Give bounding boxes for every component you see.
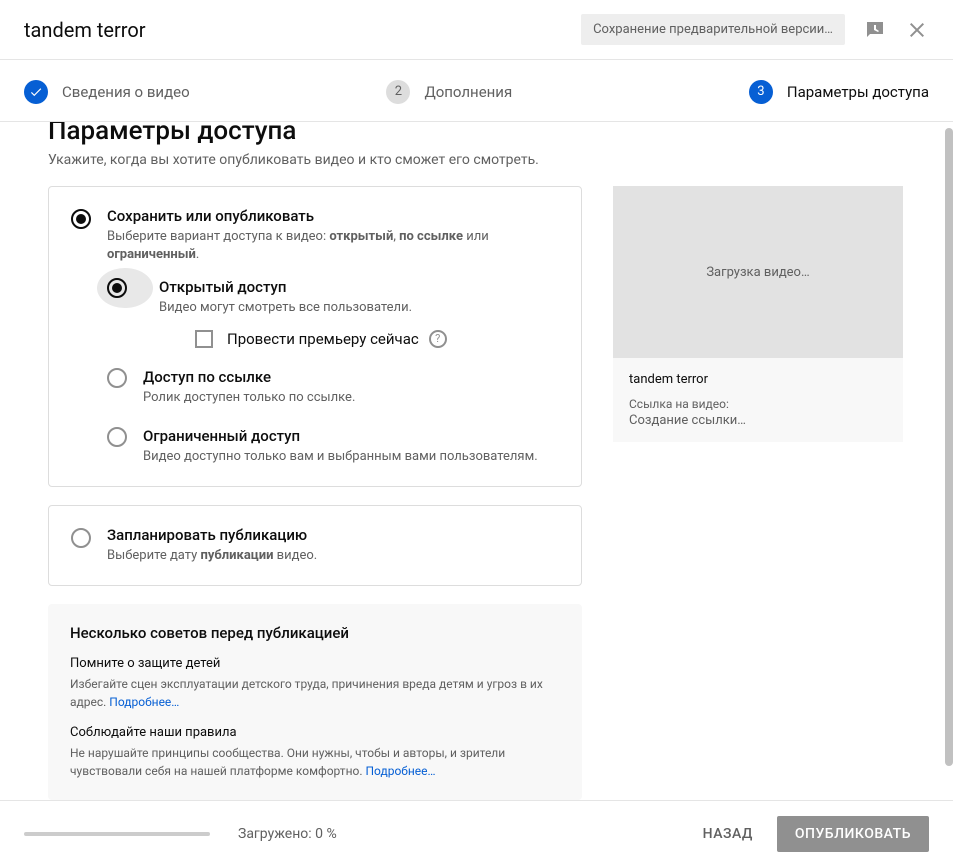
schedule-card: Запланировать публикацию Выберите дату п…	[48, 505, 582, 586]
radio-icon	[107, 427, 127, 447]
preview-info: tandem terror Ссылка на видео: Создание …	[613, 358, 903, 442]
tip-heading: Помните о защите детей	[70, 656, 560, 671]
radio-public[interactable]: Открытый доступ Видео могут смотреть все…	[107, 278, 559, 347]
tips-card: Несколько советов перед публикацией Помн…	[48, 604, 582, 800]
step-label: Сведения о видео	[62, 83, 190, 101]
preview-link-label: Ссылка на видео:	[629, 397, 887, 411]
step-label: Параметры доступа	[787, 83, 929, 101]
option-title: Открытый доступ	[159, 278, 447, 296]
dialog-header: tandem terror Сохранение предварительной…	[0, 0, 953, 60]
radio-icon	[71, 209, 91, 229]
left-column: Сохранить или опубликовать Выберите вари…	[48, 186, 582, 800]
upload-progress-text: Загружено: 0 %	[238, 826, 689, 842]
link-more[interactable]: Подробнее…	[365, 764, 435, 778]
scrollbar[interactable]	[945, 128, 953, 766]
preview-panel: Загрузка видео… tandem terror Ссылка на …	[613, 186, 903, 442]
video-title: tandem terror	[24, 18, 581, 42]
step-extras[interactable]: 2 Дополнения	[386, 80, 748, 104]
radio-schedule[interactable]: Запланировать публикацию Выберите дату п…	[71, 526, 559, 565]
radio-icon	[107, 278, 127, 298]
close-icon[interactable]	[905, 18, 929, 42]
premiere-checkbox[interactable]: Провести премьеру сейчас ?	[195, 330, 447, 348]
back-button[interactable]: НАЗАД	[689, 816, 767, 852]
tips-title: Несколько советов перед публикацией	[70, 624, 560, 642]
step-details[interactable]: Сведения о видео	[24, 80, 386, 104]
visibility-options: Открытый доступ Видео могут смотреть все…	[107, 278, 559, 466]
preview-loading-text: Загрузка видео…	[706, 265, 809, 280]
save-publish-card: Сохранить или опубликовать Выберите вари…	[48, 186, 582, 487]
publish-button[interactable]: ОПУБЛИКОВАТЬ	[777, 816, 929, 852]
help-icon[interactable]: ?	[429, 330, 447, 348]
radio-unlisted[interactable]: Доступ по ссылке Ролик доступен только п…	[107, 368, 559, 407]
option-title: Сохранить или опубликовать	[107, 207, 559, 225]
dialog-footer: Загружено: 0 % НАЗАД ОПУБЛИКОВАТЬ	[0, 800, 953, 866]
tip-heading: Соблюдайте наши правила	[70, 725, 560, 740]
option-title: Запланировать публикацию	[107, 526, 317, 544]
tip-text: Избегайте сцен эксплуатации детского тру…	[70, 675, 560, 711]
step-label: Дополнения	[424, 83, 512, 101]
step-number-icon: 3	[749, 80, 773, 104]
content-area: Параметры доступа Укажите, когда вы хоти…	[0, 122, 951, 800]
feedback-icon[interactable]	[863, 18, 887, 42]
preview-video-title: tandem terror	[629, 372, 887, 387]
page-title: Параметры доступа	[48, 122, 903, 146]
option-subtitle: Видео могут смотреть все пользователи.	[159, 299, 447, 317]
step-number-icon: 2	[386, 80, 410, 104]
option-title: Ограниченный доступ	[143, 427, 538, 445]
page-subtitle: Укажите, когда вы хотите опубликовать ви…	[48, 152, 903, 168]
video-preview: Загрузка видео…	[613, 186, 903, 358]
radio-save-publish[interactable]: Сохранить или опубликовать Выберите вари…	[71, 207, 559, 264]
autosave-badge: Сохранение предварительной версии…	[581, 14, 845, 45]
preview-link-value: Создание ссылки…	[629, 413, 887, 428]
checkbox-label: Провести премьеру сейчас	[227, 330, 419, 348]
tip-text: Не нарушайте принципы сообщества. Они ну…	[70, 744, 560, 780]
step-visibility[interactable]: 3 Параметры доступа	[749, 80, 929, 104]
upload-progress-bar	[24, 832, 210, 836]
radio-icon	[107, 368, 127, 388]
option-subtitle: Выберите дату публикации видео.	[107, 547, 317, 565]
option-subtitle: Видео доступно только вам и выбранным ва…	[143, 448, 538, 466]
checkbox-icon	[195, 330, 213, 348]
radio-icon	[71, 528, 91, 548]
radio-private[interactable]: Ограниченный доступ Видео доступно тольк…	[107, 427, 559, 466]
option-subtitle: Ролик доступен только по ссылке.	[143, 389, 355, 407]
stepper: Сведения о видео 2 Дополнения 3 Параметр…	[0, 62, 953, 122]
option-subtitle: Выберите вариант доступа к видео: открыт…	[107, 228, 559, 264]
option-title: Доступ по ссылке	[143, 368, 355, 386]
link-more[interactable]: Подробнее…	[109, 695, 179, 709]
checkmark-icon	[24, 80, 48, 104]
